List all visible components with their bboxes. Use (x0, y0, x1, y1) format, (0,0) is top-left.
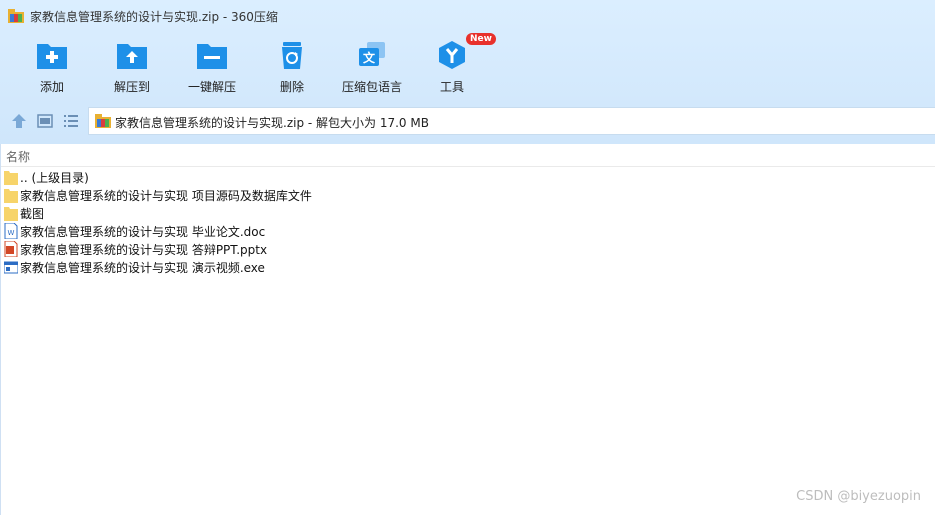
up-arrow-icon[interactable] (10, 112, 28, 130)
tools-icon (439, 41, 465, 69)
list-item[interactable]: 家教信息管理系统的设计与实现 演示视频.exe (0, 258, 935, 276)
add-label: 添加 (39, 80, 64, 94)
folder-icon (4, 189, 18, 203)
add-button[interactable]: 添加 (12, 38, 92, 100)
file-name: 家教信息管理系统的设计与实现 演示视频.exe (20, 261, 265, 275)
tools-button[interactable]: New 工具 (412, 33, 496, 100)
list-item[interactable]: 截图 (0, 204, 935, 222)
list-item[interactable]: 家教信息管理系统的设计与实现 项目源码及数据库文件 (0, 186, 935, 204)
window-title: 家教信息管理系统的设计与实现.zip - 360压缩 (30, 10, 278, 24)
archive-icon (8, 9, 24, 23)
svg-text:W: W (8, 229, 15, 237)
word-doc-icon: W (4, 223, 18, 239)
address-text: 家教信息管理系统的设计与实现.zip - 解包大小为 17.0 MB (115, 116, 429, 130)
list-item[interactable]: W 家教信息管理系统的设计与实现 毕业论文.doc (0, 222, 935, 240)
delete-button[interactable]: 删除 (252, 38, 332, 100)
recycle-icon (282, 42, 302, 69)
name-column-header[interactable]: 名称 (0, 144, 935, 167)
exe-icon (4, 261, 18, 274)
top-area: 家教信息管理系统的设计与实现.zip - 360压缩 添加 解压到 一键解压 删… (0, 0, 935, 144)
title-bar: 家教信息管理系统的设计与实现.zip - 360压缩 (0, 0, 935, 32)
list-item-parent-dir[interactable]: .. (上级目录) (0, 168, 935, 186)
one-click-extract-icon (197, 44, 227, 69)
language-icon: 文 (359, 42, 385, 66)
archive-language-button[interactable]: 文 压缩包语言 (332, 38, 412, 100)
extract-to-button[interactable]: 解压到 (92, 38, 172, 100)
watermark: CSDN @biyezuopin (796, 489, 921, 504)
column-header-label: 名称 (6, 150, 31, 164)
thumbnail-view-icon[interactable] (36, 112, 54, 130)
file-name: 家教信息管理系统的设计与实现 毕业论文.doc (20, 225, 266, 239)
extract-to-label: 解压到 (113, 80, 150, 94)
toolbar: 添加 解压到 一键解压 删除 文 压缩包语言 New 工具 (0, 33, 935, 100)
extract-to-icon (117, 44, 147, 69)
file-name: .. (上级目录) (20, 171, 89, 185)
file-name: 家教信息管理系统的设计与实现 答辩PPT.pptx (20, 243, 268, 257)
one-click-extract-label: 一键解压 (187, 80, 236, 94)
file-name: 截图 (20, 207, 45, 221)
folder-icon (4, 171, 18, 185)
navigation-bar: 家教信息管理系统的设计与实现.zip - 解包大小为 17.0 MB (0, 105, 935, 137)
address-bar[interactable]: 家教信息管理系统的设计与实现.zip - 解包大小为 17.0 MB (88, 107, 935, 135)
file-name: 家教信息管理系统的设计与实现 项目源码及数据库文件 (20, 189, 312, 203)
archive-language-label: 压缩包语言 (341, 80, 402, 94)
tools-label: 工具 (439, 80, 464, 94)
file-list: .. (上级目录) 家教信息管理系统的设计与实现 项目源码及数据库文件 截图 W… (0, 168, 935, 276)
one-click-extract-button[interactable]: 一键解压 (172, 38, 252, 100)
new-badge: New (466, 33, 496, 45)
powerpoint-icon (4, 241, 18, 257)
list-view-icon[interactable] (62, 112, 80, 130)
archive-icon (95, 114, 111, 128)
svg-text:文: 文 (363, 50, 376, 65)
delete-label: 删除 (279, 80, 304, 94)
folder-icon (4, 207, 18, 221)
add-icon (37, 44, 67, 69)
list-item[interactable]: 家教信息管理系统的设计与实现 答辩PPT.pptx (0, 240, 935, 258)
